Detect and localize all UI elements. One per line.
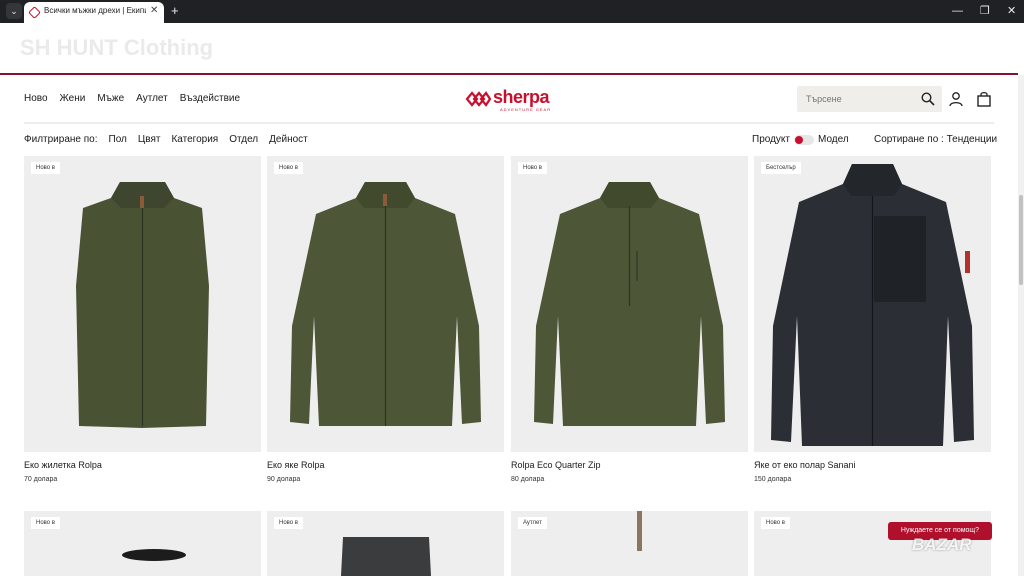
quarter-zip-image: [534, 182, 725, 426]
view-toggle: Продукт Модел: [752, 134, 849, 145]
search-box: [797, 86, 942, 112]
browser-tab[interactable]: Всички мъжки дрехи | Екипир... ✕: [24, 2, 164, 23]
minimize-icon[interactable]: —: [952, 3, 963, 19]
close-window-icon[interactable]: ✕: [1007, 3, 1016, 19]
site-header: Ново Жени Мъже Аутлет Въздействие sherpa…: [0, 75, 1018, 123]
logo-wordmark: sherpa: [493, 87, 550, 107]
logo-tagline: ADVENTURE GEAR: [500, 107, 552, 112]
toggle-product-label: Продукт: [752, 134, 790, 145]
product-image[interactable]: Ново в: [267, 511, 504, 576]
browser-tabbar: ⌄ Всички мъжки дрехи | Екипир... ✕ + — ❐…: [0, 0, 1024, 23]
vest-image: [76, 182, 209, 428]
product-price: 70 долара: [24, 476, 58, 483]
product-name[interactable]: Еко жилетка Rolpa: [24, 460, 102, 470]
tab-close-icon[interactable]: ✕: [150, 5, 158, 16]
product-price: 90 долара: [267, 476, 301, 483]
tab-search-button[interactable]: ⌄: [6, 3, 22, 19]
search-icon[interactable]: [921, 92, 935, 106]
product-price: 150 долара: [754, 476, 792, 483]
filter-category[interactable]: Категория: [171, 134, 218, 145]
search-input[interactable]: [797, 86, 915, 112]
filter-label: Филтриране по:: [24, 134, 98, 145]
product-model-toggle[interactable]: [794, 134, 814, 145]
status-badge: Ново в: [761, 517, 790, 529]
status-badge: Бестселър: [761, 162, 801, 174]
filter-activity[interactable]: Дейност: [269, 134, 308, 145]
product-image[interactable]: Ново в: [511, 156, 748, 452]
product-name[interactable]: Яке от еко полар Sanani: [754, 460, 856, 470]
product-image[interactable]: Ново в: [24, 511, 261, 576]
page-scrollbar[interactable]: [1018, 75, 1024, 576]
product-name[interactable]: Rolpa Eco Quarter Zip: [511, 460, 601, 470]
status-badge: Ново в: [31, 517, 60, 529]
filter-gender[interactable]: Пол: [109, 134, 127, 145]
header-divider: [24, 122, 994, 124]
banner-text: SH HUNT Clothing: [20, 35, 214, 60]
nav-item-men[interactable]: Мъже: [97, 93, 124, 104]
tab-title: Всички мъжки дрехи | Екипир...: [44, 6, 146, 15]
product-name[interactable]: Еко яке Rolpa: [267, 460, 324, 470]
nav-item-new[interactable]: Ново: [24, 93, 48, 104]
shopping-bag-icon[interactable]: [976, 91, 992, 107]
sherpa-knot-icon: [465, 91, 491, 107]
sherpa-logo[interactable]: sherpa ADVENTURE GEAR: [465, 87, 555, 113]
sort-dropdown[interactable]: Сортиране по : Тенденции: [874, 134, 997, 145]
filter-color[interactable]: Цвят: [138, 134, 161, 145]
sherpa-favicon-icon: [28, 6, 41, 19]
product-image[interactable]: Ново в: [267, 156, 504, 452]
account-icon[interactable]: [948, 91, 964, 107]
main-nav: Ново Жени Мъже Аутлет Въздействие: [24, 93, 240, 104]
filter-department[interactable]: Отдел: [229, 134, 258, 145]
watermark-logo: BAZAR: [912, 535, 972, 554]
nav-item-impact[interactable]: Въздействие: [180, 93, 240, 104]
scroll-thumb[interactable]: [1019, 195, 1023, 285]
status-badge: Аутлет: [518, 517, 547, 529]
status-badge: Ново в: [274, 162, 303, 174]
status-badge: Ново в: [518, 162, 547, 174]
product-image[interactable]: Аутлет: [511, 511, 748, 576]
product-image[interactable]: Ново в: [24, 156, 261, 452]
new-tab-button[interactable]: +: [171, 2, 179, 20]
product-image[interactable]: Бестселър: [754, 156, 991, 452]
nav-item-outlet[interactable]: Аутлет: [136, 93, 168, 104]
maximize-icon[interactable]: ❐: [980, 3, 990, 19]
jacket-image: [290, 182, 481, 426]
toggle-model-label: Модел: [818, 134, 849, 145]
fleece-jacket-image: [771, 164, 974, 446]
filter-bar: Филтриране по: Пол Цвят Категория Отдел …: [24, 134, 308, 145]
status-badge: Ново в: [274, 517, 303, 529]
status-badge: Ново в: [31, 162, 60, 174]
product-price: 80 долара: [511, 476, 545, 483]
top-banner: SH HUNT Clothing: [0, 23, 1018, 73]
nav-item-women[interactable]: Жени: [60, 93, 86, 104]
